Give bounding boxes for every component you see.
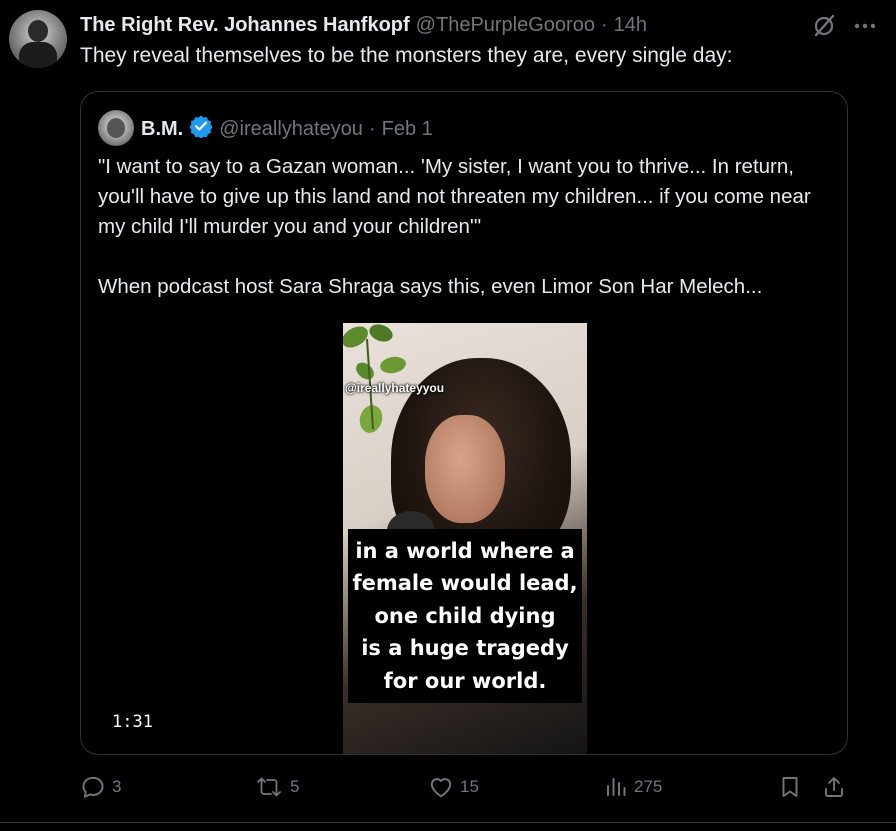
tweet-actions: 3 5 15 275 (80, 774, 850, 806)
avatar-head (28, 20, 48, 42)
quoted-paragraph-1: "I want to say to a Gazan woman... 'My s… (98, 155, 811, 238)
caption-line: is a huge tragedy (361, 636, 569, 661)
quoted-date[interactable]: Feb 1 (382, 118, 433, 141)
share-button[interactable] (822, 774, 846, 800)
views-button[interactable]: 275 (604, 774, 662, 800)
tweet-header: The Right Rev. Johannes Hanfkopf @ThePur… (80, 12, 647, 38)
avatar-body (19, 42, 57, 68)
heart-icon (430, 778, 452, 798)
tweet-text: They reveal themselves to be the monster… (80, 44, 733, 67)
caption-line: one child dying (374, 603, 556, 628)
video-duration: 1:31 (112, 712, 153, 732)
timestamp[interactable]: 14h (614, 14, 647, 37)
quoted-author-avatar[interactable] (98, 110, 134, 146)
more-icon[interactable] (852, 13, 878, 39)
bookmark-button[interactable] (778, 774, 802, 800)
video-caption: in a world where a female would lead, on… (348, 529, 582, 703)
quoted-tweet[interactable]: B.M. @ireallyhateyou · Feb 1 "I want to … (80, 91, 848, 755)
grok-icon[interactable] (810, 12, 838, 40)
like-button[interactable]: 15 (428, 774, 479, 800)
reply-button[interactable]: 3 (80, 774, 121, 800)
views-count: 275 (634, 777, 663, 796)
separator: · (600, 13, 608, 36)
like-count: 15 (460, 777, 479, 796)
verified-badge-icon (189, 114, 213, 144)
caption-line: in a world where a (355, 538, 575, 563)
quoted-author-name[interactable]: B.M. (141, 118, 183, 141)
tweet-top-icons (810, 12, 878, 40)
author-avatar[interactable] (9, 10, 67, 68)
quoted-avatar-face (107, 118, 125, 138)
quoted-author-handle[interactable]: @ireallyhateyou (219, 118, 363, 141)
divider (0, 822, 896, 823)
tweet[interactable]: The Right Rev. Johannes Hanfkopf @ThePur… (0, 0, 896, 831)
quoted-paragraph-2: When podcast host Sara Shraga says this,… (98, 275, 763, 298)
bookmark-icon (782, 777, 798, 797)
video-watermark: @ireallyhateyyou (345, 381, 445, 395)
reply-count: 3 (112, 777, 122, 796)
author-handle[interactable]: @ThePurpleGooroo (416, 14, 595, 37)
quoted-text: "I want to say to a Gazan woman... 'My s… (98, 152, 833, 302)
author-name[interactable]: The Right Rev. Johannes Hanfkopf (80, 14, 410, 37)
video-player[interactable]: @ireallyhateyyou in a world where a fema… (343, 323, 587, 754)
reply-icon (82, 776, 104, 798)
repost-count: 5 (290, 777, 300, 796)
views-icon (607, 778, 626, 796)
share-icon (825, 777, 843, 797)
caption-line: for our world. (383, 668, 547, 693)
repost-button[interactable]: 5 (254, 774, 299, 800)
repost-icon (257, 777, 281, 797)
quoted-header: B.M. @ireallyhateyou · Feb 1 (141, 114, 433, 144)
caption-line: female would lead, (352, 571, 578, 596)
separator: · (368, 117, 376, 140)
person-face (425, 415, 505, 523)
